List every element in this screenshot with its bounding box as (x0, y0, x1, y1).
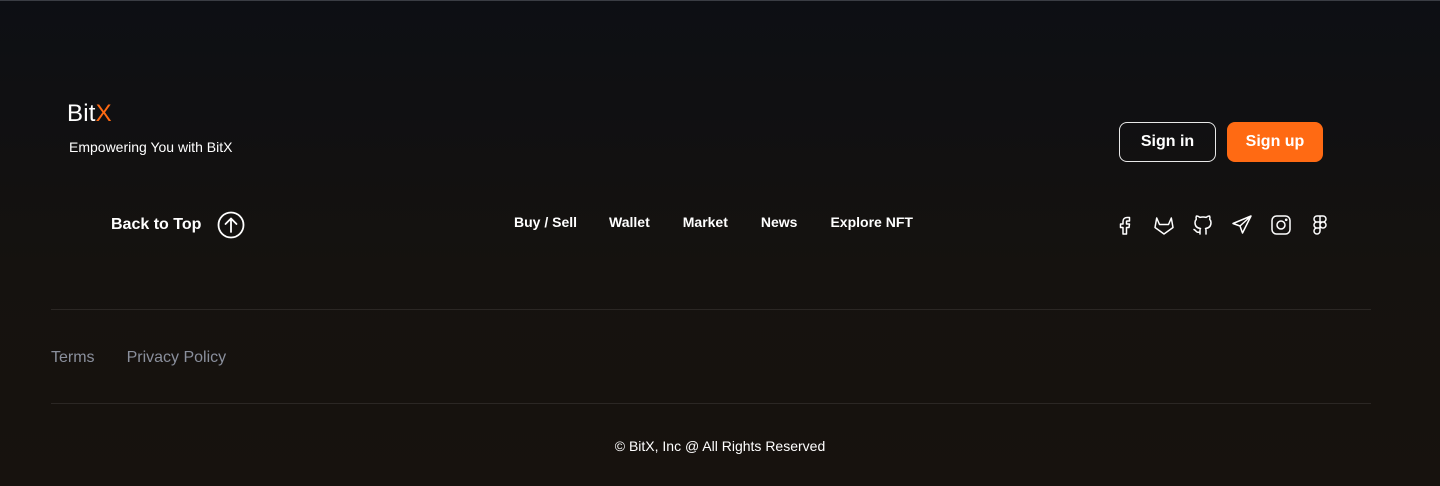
top-border (0, 0, 1440, 1)
nav-item-market[interactable]: Market (683, 214, 728, 230)
auth-buttons: Sign in Sign up (1119, 122, 1323, 162)
privacy-policy-link[interactable]: Privacy Policy (127, 349, 227, 367)
logo-accent: X (95, 100, 112, 127)
back-to-top-button[interactable]: Back to Top (111, 211, 245, 239)
figma-icon[interactable] (1307, 212, 1333, 238)
arrow-up-circle-icon (217, 211, 245, 239)
nav-item-explore-nft[interactable]: Explore NFT (830, 214, 912, 230)
divider (51, 403, 1371, 404)
telegram-icon[interactable] (1229, 212, 1255, 238)
facebook-icon[interactable] (1112, 212, 1138, 238)
sign-in-button[interactable]: Sign in (1119, 122, 1216, 162)
github-icon[interactable] (1190, 212, 1216, 238)
brand-tagline: Empowering You with BitX (69, 139, 233, 155)
legal-links: Terms Privacy Policy (51, 349, 226, 367)
nav-item-news[interactable]: News (761, 214, 798, 230)
nav-item-wallet[interactable]: Wallet (609, 214, 650, 230)
divider (51, 309, 1371, 310)
footer-nav: Buy / Sell Wallet Market News Explore NF… (514, 214, 913, 230)
copyright-text: © BitX, Inc @ All Rights Reserved (614, 438, 826, 454)
social-links (1112, 212, 1333, 238)
sign-up-button[interactable]: Sign up (1227, 122, 1323, 162)
brand-logo[interactable]: BitX (67, 100, 112, 128)
gitlab-icon[interactable] (1151, 212, 1177, 238)
terms-link[interactable]: Terms (51, 349, 95, 367)
nav-item-buy-sell[interactable]: Buy / Sell (514, 214, 577, 230)
back-to-top-label: Back to Top (111, 216, 202, 233)
logo-text: Bit (67, 100, 96, 127)
instagram-icon[interactable] (1268, 212, 1294, 238)
